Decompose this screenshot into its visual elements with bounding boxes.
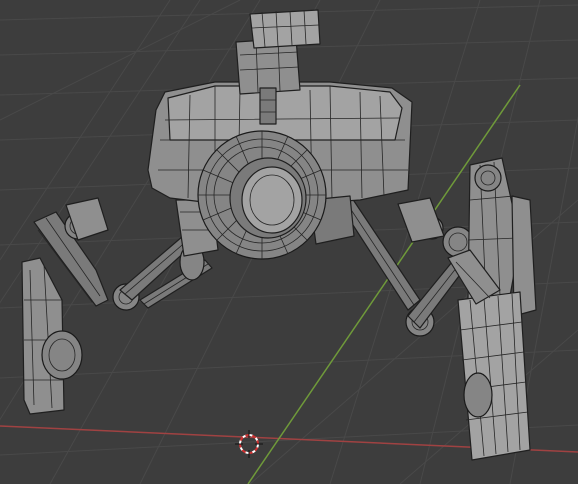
viewport-canvas[interactable]: [0, 0, 578, 484]
3d-cursor-icon[interactable]: [235, 430, 263, 458]
engine-ring[interactable]: [197, 130, 327, 260]
leg-back-left[interactable]: [21, 197, 140, 415]
leg-back-right[interactable]: [447, 157, 537, 461]
3d-viewport[interactable]: [0, 0, 578, 484]
robot-mesh[interactable]: [21, 9, 537, 461]
